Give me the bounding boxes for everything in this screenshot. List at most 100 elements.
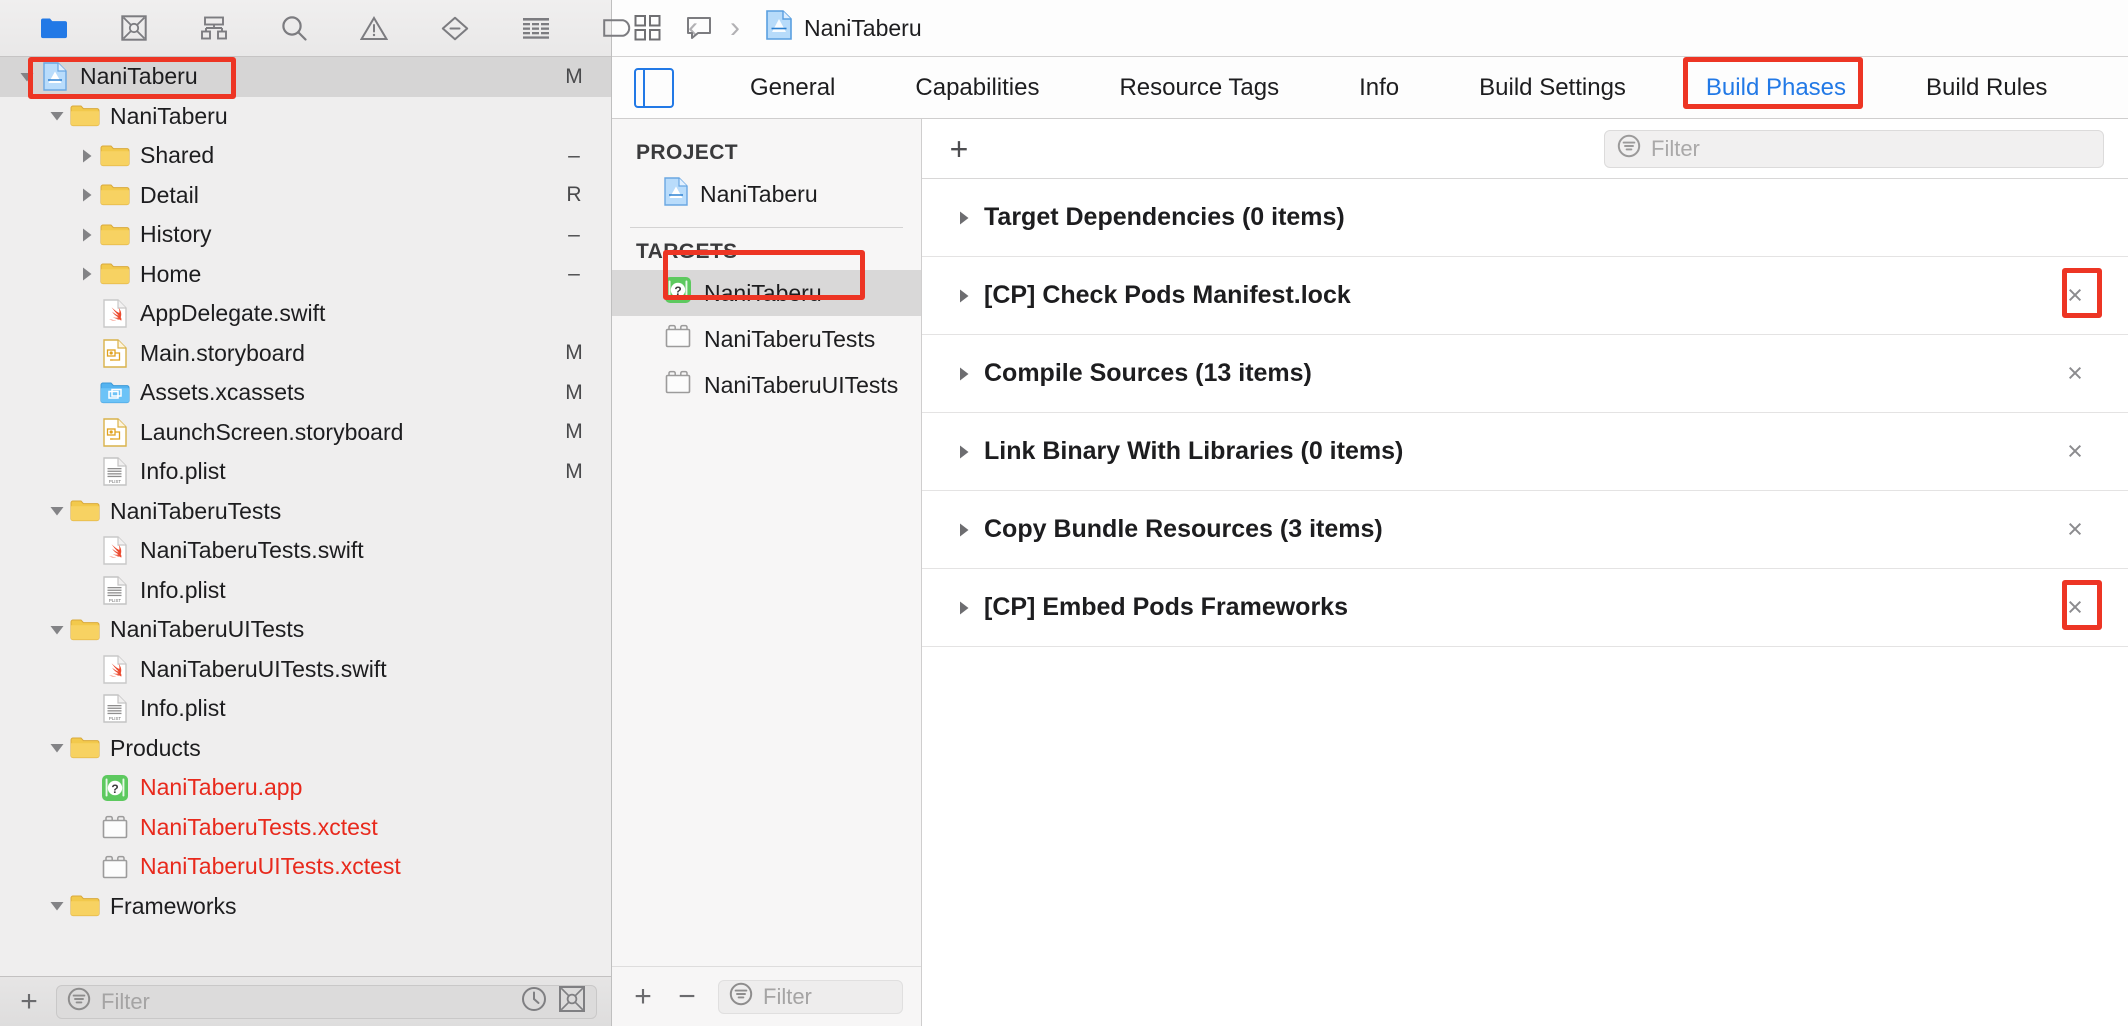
disclosure-triangle-closed-icon[interactable] <box>74 261 100 287</box>
build-phase-title: Copy Bundle Resources (3 items) <box>984 515 1383 543</box>
disclosure-triangle-open-icon[interactable] <box>44 498 70 524</box>
disclosure-triangle-closed-icon[interactable] <box>944 209 984 227</box>
navigator-row[interactable]: Shared – <box>0 136 611 176</box>
scm-status-badge: M <box>565 64 583 88</box>
tab-build-rules[interactable]: Build Rules <box>1906 66 2067 110</box>
symbol-hierarchy-icon[interactable] <box>200 13 228 43</box>
tab-capabilities[interactable]: Capabilities <box>895 66 1059 110</box>
navigator-row[interactable]: Assets.xcassets M <box>0 373 611 413</box>
project-targets-list[interactable]: PROJECT NaniTaberu TARGETS ? NaniTaberu Na… <box>612 119 921 966</box>
tab-info[interactable]: Info <box>1339 66 1419 110</box>
navigator-row[interactable]: Products <box>0 729 611 769</box>
navigator-row[interactable]: NaniTaberuUITests <box>0 610 611 650</box>
xcassets-icon <box>100 378 130 408</box>
add-target-button[interactable]: + <box>630 981 656 1012</box>
test-diamond-icon[interactable] <box>441 13 469 43</box>
navigator-row[interactable]: Home – <box>0 255 611 295</box>
close-icon[interactable]: × <box>2058 279 2092 313</box>
disclosure-triangle-open-icon[interactable] <box>44 617 70 643</box>
navigator-row[interactable]: PLIST Info.plist M <box>0 452 611 492</box>
scm-status-badge: M <box>565 380 583 404</box>
navigator-row[interactable]: NaniTaberu M <box>0 57 611 97</box>
navigator-row-label: NaniTaberu.app <box>140 774 303 801</box>
disclosure-triangle-open-icon[interactable] <box>44 735 70 761</box>
navigator-row-label: Assets.xcassets <box>140 379 305 406</box>
forward-button[interactable]: › <box>724 13 746 43</box>
target-row[interactable]: NaniTaberuUITests <box>612 362 921 408</box>
app-icon: ? <box>100 773 130 803</box>
navigator-row-label: NaniTaberuTests.swift <box>140 537 364 564</box>
close-icon[interactable]: × <box>2058 357 2092 391</box>
swift-file-icon <box>100 299 130 329</box>
disclosure-triangle-closed-icon[interactable] <box>74 143 100 169</box>
navigator-row[interactable]: PLIST Info.plist <box>0 689 611 729</box>
navigator-row[interactable]: AppDelegate.swift <box>0 294 611 334</box>
navigator-row[interactable]: NaniTaberuUITests.xctest <box>0 847 611 887</box>
build-phase-row[interactable]: [CP] Embed Pods Frameworks × <box>922 569 2128 647</box>
navigator-row[interactable]: NaniTaberuTests <box>0 492 611 532</box>
add-file-button[interactable]: + <box>16 986 42 1017</box>
close-icon[interactable]: × <box>2058 435 2092 469</box>
filter-icon <box>1617 134 1641 164</box>
disclosure-triangle-closed-icon[interactable] <box>944 443 984 461</box>
scm-status-badge: – <box>568 262 580 286</box>
build-phase-row[interactable]: Link Binary With Libraries (0 items) × <box>922 413 2128 491</box>
navigator-row[interactable]: PLIST Info.plist <box>0 571 611 611</box>
project-panel-filter-field[interactable]: Filter <box>718 979 903 1014</box>
navigator-row[interactable]: NaniTaberuTests.swift <box>0 531 611 571</box>
target-icon[interactable] <box>558 985 586 1019</box>
close-icon[interactable]: × <box>2058 591 2092 625</box>
remove-target-button[interactable]: − <box>674 981 700 1012</box>
disclosure-triangle-open-icon[interactable] <box>44 893 70 919</box>
build-phases-filter-placeholder: Filter <box>1651 135 1700 161</box>
navigator-row[interactable]: Frameworks <box>0 887 611 927</box>
navigator-row[interactable]: NaniTaberuUITests.swift <box>0 650 611 690</box>
clock-icon[interactable] <box>520 985 548 1019</box>
build-phase-row[interactable]: Compile Sources (13 items) × <box>922 335 2128 413</box>
build-phases-list[interactable]: Target Dependencies (0 items) [CP] Check … <box>922 179 2128 647</box>
build-phases-filter-field[interactable]: Filter <box>1604 129 2104 168</box>
project-row[interactable]: NaniTaberu <box>612 171 921 217</box>
build-phase-row[interactable]: Copy Bundle Resources (3 items) × <box>922 491 2128 569</box>
disclosure-triangle-open-icon[interactable] <box>44 103 70 129</box>
navigator-row[interactable]: Detail R <box>0 176 611 216</box>
target-row[interactable]: ? NaniTaberu <box>612 270 921 316</box>
navigator-row[interactable]: History – <box>0 215 611 255</box>
warning-triangle-icon[interactable] <box>360 13 388 43</box>
navigator-row[interactable]: Main.storyboard M <box>0 334 611 374</box>
jumpbar-breadcrumb[interactable]: NaniTaberu <box>766 10 922 46</box>
build-phase-row[interactable]: Target Dependencies (0 items) <box>922 179 2128 257</box>
disclosure-triangle-open-icon[interactable] <box>14 64 40 90</box>
folder-icon[interactable] <box>40 13 68 43</box>
disclosure-triangle-closed-icon[interactable] <box>74 182 100 208</box>
tab-build-settings[interactable]: Build Settings <box>1459 66 1646 110</box>
navigator-row[interactable]: NaniTaberuTests.xctest <box>0 808 611 848</box>
comment-icon[interactable] <box>686 13 712 43</box>
tag-icon[interactable] <box>603 13 633 43</box>
tab-general[interactable]: General <box>730 66 855 110</box>
tab-resource-tags[interactable]: Resource Tags <box>1099 66 1299 110</box>
related-items-icon[interactable] <box>634 14 662 42</box>
build-phase-row[interactable]: [CP] Check Pods Manifest.lock × <box>922 257 2128 335</box>
source-control-icon[interactable] <box>121 13 147 43</box>
navigator-row[interactable]: NaniTaberu <box>0 97 611 137</box>
project-navigator-tree[interactable]: NaniTaberu M NaniTaberu Shared – Detail R Histo… <box>0 57 611 976</box>
navigator-toolbar <box>0 0 711 57</box>
disclosure-triangle-closed-icon[interactable] <box>74 222 100 248</box>
debug-list-icon[interactable] <box>522 13 550 43</box>
toggle-project-navigator-icon[interactable] <box>634 67 674 108</box>
navigator-row[interactable]: ? NaniTaberu.app <box>0 768 611 808</box>
target-row[interactable]: NaniTaberuTests <box>612 316 921 362</box>
disclosure-triangle-closed-icon[interactable] <box>944 521 984 539</box>
navigator-row-label: Info.plist <box>140 695 226 722</box>
navigator-filter-field[interactable]: Filter <box>56 984 597 1019</box>
close-icon[interactable]: × <box>2058 513 2092 547</box>
search-icon[interactable] <box>281 13 307 43</box>
add-build-phase-button[interactable]: + <box>946 133 972 165</box>
disclosure-triangle-closed-icon[interactable] <box>944 365 984 383</box>
navigator-row[interactable]: LaunchScreen.storyboard M <box>0 413 611 453</box>
tab-build-phases[interactable]: Build Phases <box>1686 66 1866 110</box>
disclosure-triangle-closed-icon[interactable] <box>944 599 984 617</box>
navigator-row-label: Frameworks <box>110 892 237 919</box>
disclosure-triangle-closed-icon[interactable] <box>944 287 984 305</box>
